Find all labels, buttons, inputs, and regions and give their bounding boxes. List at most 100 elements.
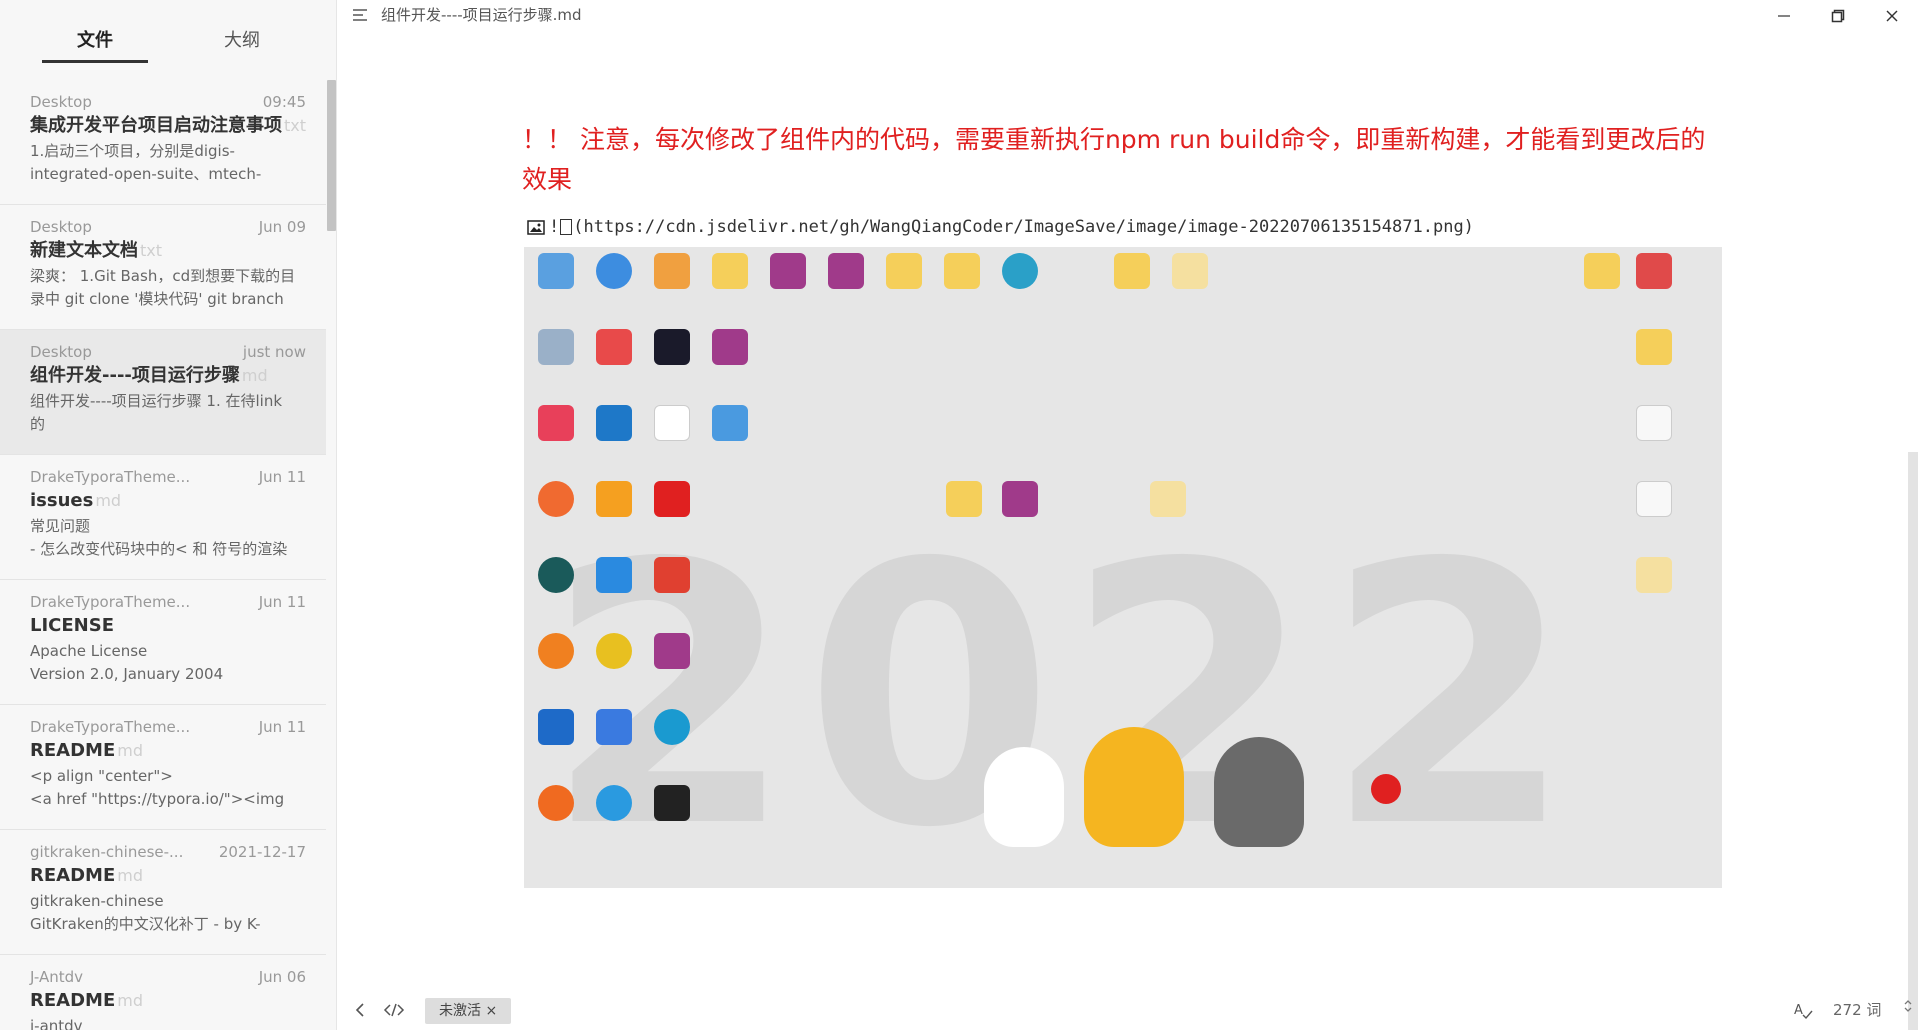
bracket-icon [560, 219, 573, 235]
activation-status-chip[interactable]: 未激活 × [425, 998, 512, 1024]
image-markdown-prefix: ! [549, 217, 560, 237]
word-count[interactable]: 272 词 [1833, 1000, 1881, 1020]
file-folder: Desktop [30, 218, 92, 236]
file-item[interactable]: DrakeTyporaTheme... Jun 11 README md <p a… [0, 705, 326, 830]
file-date: Jun 06 [258, 968, 306, 986]
desktop-icon [644, 329, 700, 365]
file-item[interactable]: Desktop 09:45 集成开发平台项目启动注意事项 txt 1.启动三个项目… [0, 80, 326, 205]
mascot-dog [1214, 737, 1304, 847]
desktop-icon [644, 481, 700, 517]
sidebar-scrollbar-thumb[interactable] [327, 80, 336, 231]
desktop-icon [1626, 557, 1682, 593]
file-title-text: 集成开发平台项目启动注意事项 [30, 115, 282, 136]
file-item-active[interactable]: Desktop just now 组件开发----项目运行步骤 md 组件开发--… [0, 330, 326, 455]
file-date: just now [242, 343, 306, 361]
file-item[interactable]: J-Antdv Jun 06 README md j-antdv [0, 955, 326, 1030]
warning-paragraph[interactable]: ！！ 注意，每次修改了组件内的代码，需要重新执行npm run build命令，… [522, 120, 1722, 200]
file-excerpt: gitkraken-chinese GitKraken的中文汉化补丁 - by … [30, 892, 261, 933]
editor-scrollbar-thumb[interactable] [1908, 452, 1918, 1030]
desktop-icon [760, 253, 816, 289]
desktop-icon [586, 633, 642, 669]
desktop-icon [528, 709, 584, 745]
file-excerpt: 常见问题 - 怎么改变代码块中的< 和 符号的渲染 [30, 517, 288, 558]
minimize-button[interactable] [1757, 0, 1811, 32]
file-date: 09:45 [262, 93, 306, 111]
file-date: Jun 11 [258, 718, 306, 736]
red-badge [1371, 774, 1401, 804]
desktop-icon [528, 481, 584, 517]
source-code-icon[interactable] [383, 1000, 405, 1020]
document-title: 组件开发----项目运行步骤.md [381, 6, 582, 24]
image-icon [527, 219, 545, 235]
desktop-icon [992, 481, 1048, 517]
file-ext: md [117, 991, 143, 1010]
file-title: 新建文本文档 txt [30, 237, 296, 265]
mascot-rabbit [984, 747, 1064, 847]
file-item[interactable]: gitkraken-chinese-... 2021-12-17 README m… [0, 830, 326, 955]
file-excerpt: 梁爽： 1.Git Bash，cd到想要下载的目 录中 git clone '模… [30, 267, 296, 308]
desktop-icon [586, 481, 642, 517]
file-title: 集成开发平台项目启动注意事项 txt [30, 112, 306, 140]
desktop-icon [876, 253, 932, 289]
desktop-icon [644, 633, 700, 669]
sidebar: 文件 大纲 Desktop 09:45 集成开发平台项目启动注意事项 txt 1.… [0, 0, 337, 1030]
close-button[interactable] [1865, 0, 1919, 32]
editor[interactable]: ！！ 注意，每次修改了组件内的代码，需要重新执行npm run build命令，… [337, 32, 1920, 990]
file-title-text: README [30, 990, 116, 1011]
desktop-icon [586, 557, 642, 593]
desktop-icon [586, 405, 642, 441]
file-title: issues md [30, 487, 296, 515]
chevron-up-down-icon[interactable] [1903, 998, 1913, 1016]
file-title: README md [30, 987, 296, 1015]
file-title: README md [30, 737, 296, 765]
desktop-icon [1626, 405, 1682, 441]
desktop-icon [644, 253, 700, 289]
file-title-text: README [30, 865, 116, 886]
file-excerpt: j-antdv [30, 1017, 83, 1030]
desktop-icon [934, 253, 990, 289]
desktop-icon [1140, 481, 1196, 517]
file-list: Desktop 09:45 集成开发平台项目启动注意事项 txt 1.启动三个项目… [0, 80, 326, 1030]
desktop-icon [1626, 481, 1682, 517]
desktop-icon [702, 405, 758, 441]
desktop-icon [528, 633, 584, 669]
file-title-text: 组件开发----项目运行步骤 [30, 365, 240, 386]
file-ext: md [117, 741, 143, 760]
desktop-icon [528, 405, 584, 441]
tab-outline[interactable]: 大纲 [189, 26, 295, 66]
sidebar-tabs: 文件 大纲 [0, 0, 336, 80]
restore-icon [1831, 9, 1845, 23]
status-bar: 未激活 × A 272 词 [337, 990, 1920, 1030]
file-date: Jun 11 [258, 593, 306, 611]
embedded-desktop-image[interactable]: 2 0 2 2 [524, 247, 1722, 888]
file-folder: J-Antdv [30, 968, 84, 986]
file-title: README md [30, 862, 296, 890]
chevron-left-icon[interactable] [351, 1000, 369, 1020]
desktop-icon [1574, 253, 1630, 289]
wallpaper-digit: 2 [1324, 487, 1575, 888]
restore-button[interactable] [1811, 0, 1865, 32]
file-date: Jun 11 [258, 468, 306, 486]
image-markdown-text: (https://cdn.jsdelivr.net/gh/WangQiangCo… [573, 217, 1474, 237]
desktop-icon [528, 785, 584, 821]
file-item[interactable]: DrakeTyporaTheme... Jun 11 issues md 常见问题… [0, 455, 326, 580]
desktop-icon [1162, 253, 1218, 289]
desktop-icon [1104, 253, 1160, 289]
file-date: 2021-12-17 [218, 843, 306, 861]
desktop-icon [528, 557, 584, 593]
desktop-icon [586, 253, 642, 289]
spellcheck-icon[interactable]: A [1793, 1000, 1813, 1020]
desktop-icon [528, 253, 584, 289]
desktop-icon [1626, 253, 1682, 289]
file-item[interactable]: Desktop Jun 09 新建文本文档 txt 梁爽： 1.Git Bash，… [0, 205, 326, 330]
desktop-icon [644, 709, 700, 745]
menu-icon[interactable] [351, 7, 369, 23]
file-item[interactable]: DrakeTyporaTheme... Jun 11 LICENSE Apach… [0, 580, 326, 705]
minimize-icon [1778, 15, 1790, 17]
file-title: LICENSE [30, 612, 296, 640]
image-markdown-line[interactable]: ! (https://cdn.jsdelivr.net/gh/WangQiang… [527, 214, 1474, 240]
desktop-icon [644, 785, 700, 821]
file-folder: DrakeTyporaTheme... [30, 593, 191, 611]
desktop-icon [1626, 329, 1682, 365]
file-title-text: issues [30, 490, 94, 511]
